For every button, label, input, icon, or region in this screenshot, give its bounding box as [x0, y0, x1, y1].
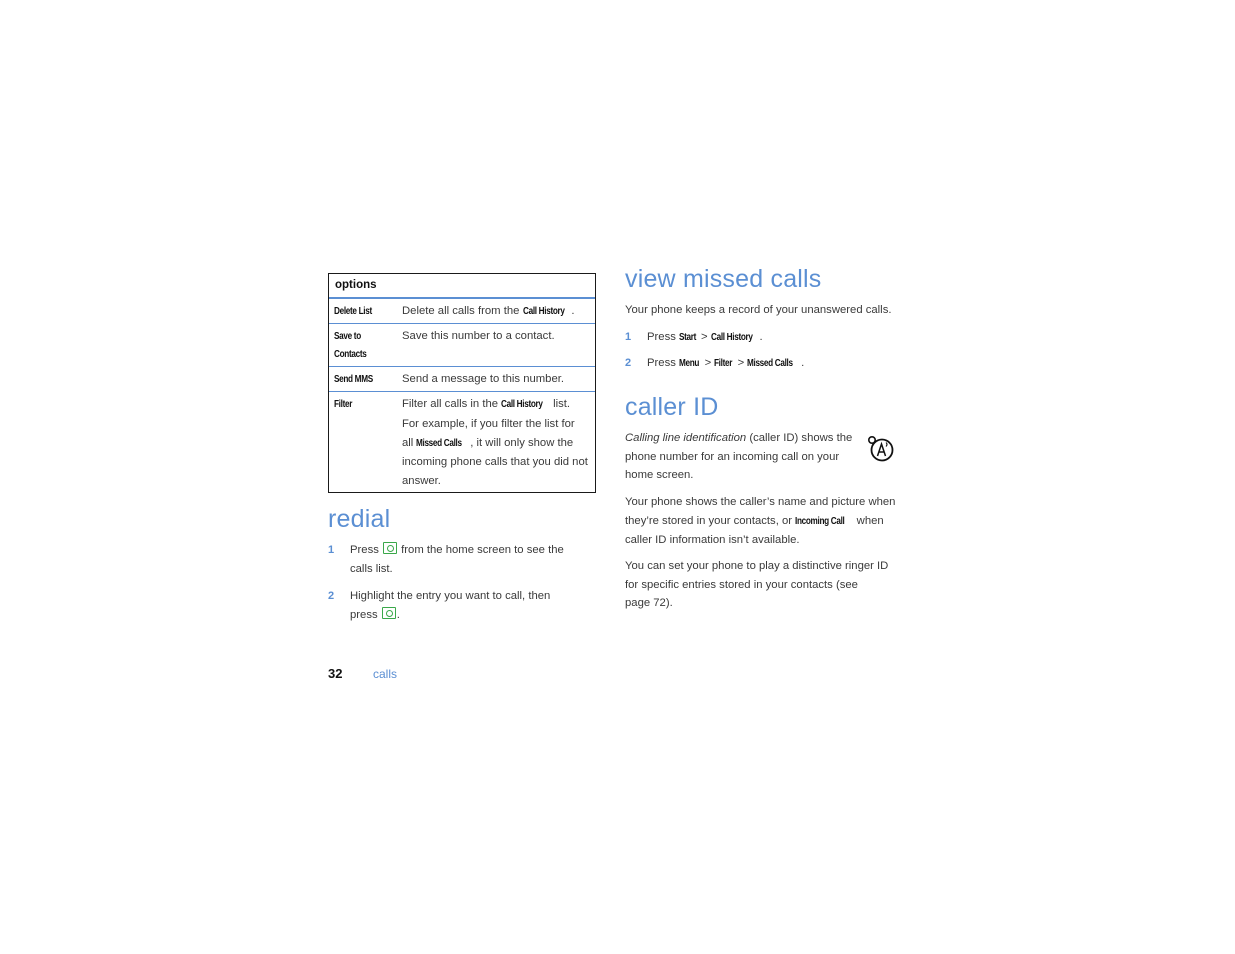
page-reference-link[interactable]: page 72).: [625, 597, 673, 609]
network-feature-icon: [867, 435, 894, 462]
page-number: 32: [328, 666, 343, 681]
menu-path-item: Menu: [679, 358, 700, 369]
table-row-send-mms: Send MMS Send a message to this number.: [329, 367, 595, 392]
step-number: 2: [328, 590, 335, 602]
options-table: options Delete List Delete all calls fro…: [328, 273, 596, 493]
options-table-header: options: [329, 274, 595, 299]
option-name: Filter: [334, 399, 353, 410]
redial-step-2: 2 Highlight the entry you want to call, …: [328, 587, 598, 627]
redial-step-1: 1 Press from the home screen to see the …: [328, 541, 598, 581]
option-description: Save this number to a contact.: [402, 330, 555, 342]
section-label: calls: [373, 667, 398, 681]
step-number: 1: [328, 544, 335, 556]
call-key-icon: [381, 607, 396, 619]
view-missed-calls-heading: view missed calls: [625, 265, 822, 293]
call-key-icon: [383, 542, 398, 554]
caller-id-heading: caller ID: [625, 393, 719, 421]
table-row-filter: Filter Filter all calls in the Call Hist…: [329, 392, 595, 492]
option-name-line1: Save to: [334, 331, 361, 342]
menu-path-item: Missed Calls: [747, 358, 794, 369]
option-description: Filter all calls in the Call History lis…: [402, 398, 588, 488]
step-number: 1: [625, 331, 632, 343]
caller-id-paragraph-3: You can set your phone to play a distinc…: [625, 560, 889, 609]
missed-calls-step-1: 1 Press Start > Call History.: [625, 328, 895, 348]
option-name: Send MMS: [334, 374, 373, 385]
table-row-delete-list: Delete List Delete all calls from the Ca…: [329, 299, 595, 324]
missed-calls-step-2: 2 Press Menu > Filter > Missed Calls.: [625, 354, 895, 374]
step-number: 2: [625, 357, 632, 369]
option-name: Delete List: [334, 306, 372, 317]
caller-id-paragraph-1: Calling line identification (caller ID) …: [625, 432, 853, 481]
view-missed-calls-intro: Your phone keeps a record of your unansw…: [625, 304, 892, 316]
redial-heading: redial: [328, 505, 391, 533]
option-name-line2: Contacts: [334, 349, 367, 360]
menu-path-item: Filter: [714, 358, 733, 369]
table-row-save-to-contacts: Save to Contacts Save this number to a c…: [329, 324, 595, 367]
option-description: Delete all calls from the Call History.: [402, 305, 575, 317]
menu-path-item: Start: [679, 332, 697, 343]
menu-path-item: Call History: [710, 332, 753, 343]
option-description: Send a message to this number.: [402, 373, 565, 385]
incoming-call-label: Incoming Call: [795, 515, 845, 527]
caller-id-paragraph-2: Your phone shows the caller’s name and p…: [625, 496, 896, 546]
